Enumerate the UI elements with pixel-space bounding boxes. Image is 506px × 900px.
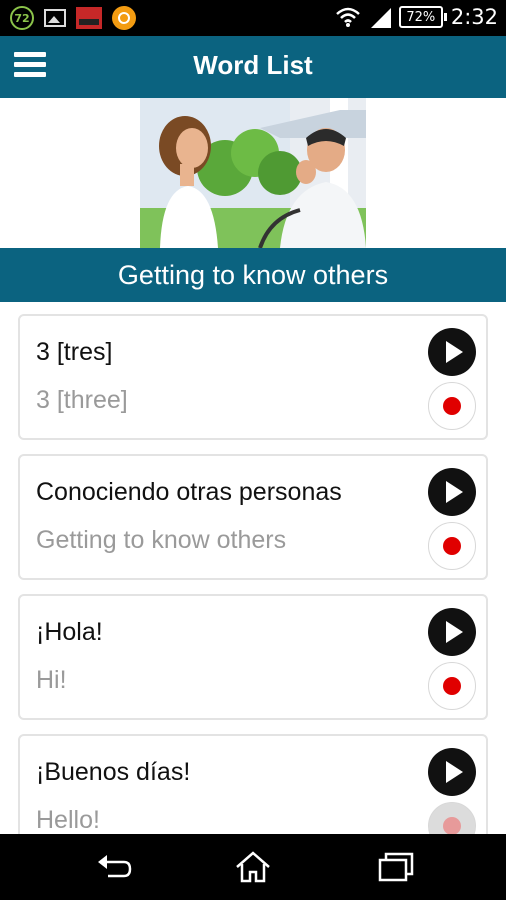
gallery-icon: [44, 9, 66, 27]
list-item[interactable]: 3 [tres] 3 [three]: [18, 314, 488, 440]
system-icons: 72% 2:32: [335, 5, 498, 29]
section-title: Getting to know others: [0, 248, 506, 302]
spanish-phrase: ¡Hola!: [36, 618, 103, 646]
orange-app-icon: [112, 6, 136, 30]
english-translation: Hello!: [36, 806, 100, 834]
spanish-phrase: Conociendo otras personas: [36, 478, 342, 506]
back-icon[interactable]: [94, 850, 134, 884]
status-bar: 72 72% 2:32: [0, 0, 506, 36]
wifi-icon: [335, 6, 361, 28]
list-item[interactable]: Conociendo otras personas Getting to kno…: [18, 454, 488, 580]
play-icon[interactable]: [428, 468, 476, 516]
record-icon[interactable]: [428, 662, 476, 710]
signal-icon: [369, 6, 391, 28]
english-translation: Hi!: [36, 666, 67, 694]
conversation-photo: [140, 98, 366, 249]
spanish-phrase: ¡Buenos días!: [36, 758, 191, 786]
spanish-phrase: 3 [tres]: [36, 338, 113, 366]
record-icon[interactable]: [428, 802, 476, 834]
list-item[interactable]: ¡Buenos días! Hello!: [18, 734, 488, 834]
notification-icons: 72: [10, 6, 136, 30]
record-icon[interactable]: [428, 522, 476, 570]
recent-apps-icon[interactable]: [376, 850, 416, 884]
clock: 2:32: [450, 5, 498, 29]
badge-72-icon: 72: [10, 6, 34, 30]
word-list[interactable]: 3 [tres] 3 [three] Conociendo otras pers…: [0, 302, 506, 834]
play-icon[interactable]: [428, 748, 476, 796]
list-item[interactable]: ¡Hola! Hi!: [18, 594, 488, 720]
english-translation: 3 [three]: [36, 386, 128, 414]
navigation-bar: [0, 834, 506, 900]
battery-icon: 72%: [398, 6, 447, 28]
play-icon[interactable]: [428, 608, 476, 656]
play-icon[interactable]: [428, 328, 476, 376]
book-app-icon: [76, 7, 102, 29]
app-bar: Word List: [0, 36, 506, 98]
record-icon[interactable]: [428, 382, 476, 430]
english-translation: Getting to know others: [36, 526, 287, 554]
home-icon[interactable]: [233, 850, 273, 884]
page-title: Word List: [193, 50, 313, 80]
